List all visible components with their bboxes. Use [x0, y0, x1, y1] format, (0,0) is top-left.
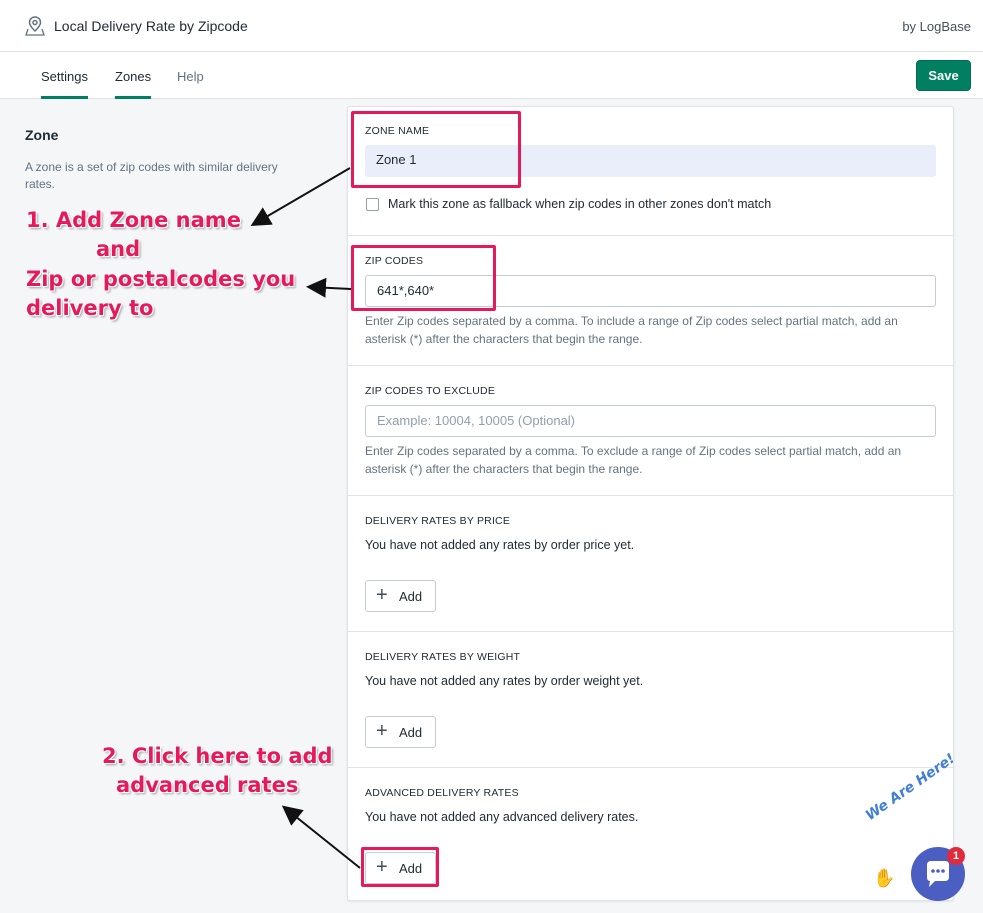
- annotation-step1-line3: Zip or postalcodes you: [26, 267, 296, 291]
- annotation-step1-line1: 1. Add Zone name: [26, 208, 241, 232]
- waving-hand-icon: ✋: [873, 868, 896, 888]
- annotation-step2-line2: advanced rates: [116, 773, 299, 797]
- arrow-to-zip-codes: [306, 277, 352, 298]
- annotation-step2-line1: 2. Click here to add: [102, 744, 333, 768]
- annotation-step1-line2: and: [96, 237, 141, 261]
- arrow-to-advanced-add: [281, 805, 361, 869]
- chat-notification-badge: 1: [947, 847, 965, 865]
- arrow-to-zone-name: [250, 167, 351, 227]
- annotation-step1-line4: delivery to: [26, 296, 154, 320]
